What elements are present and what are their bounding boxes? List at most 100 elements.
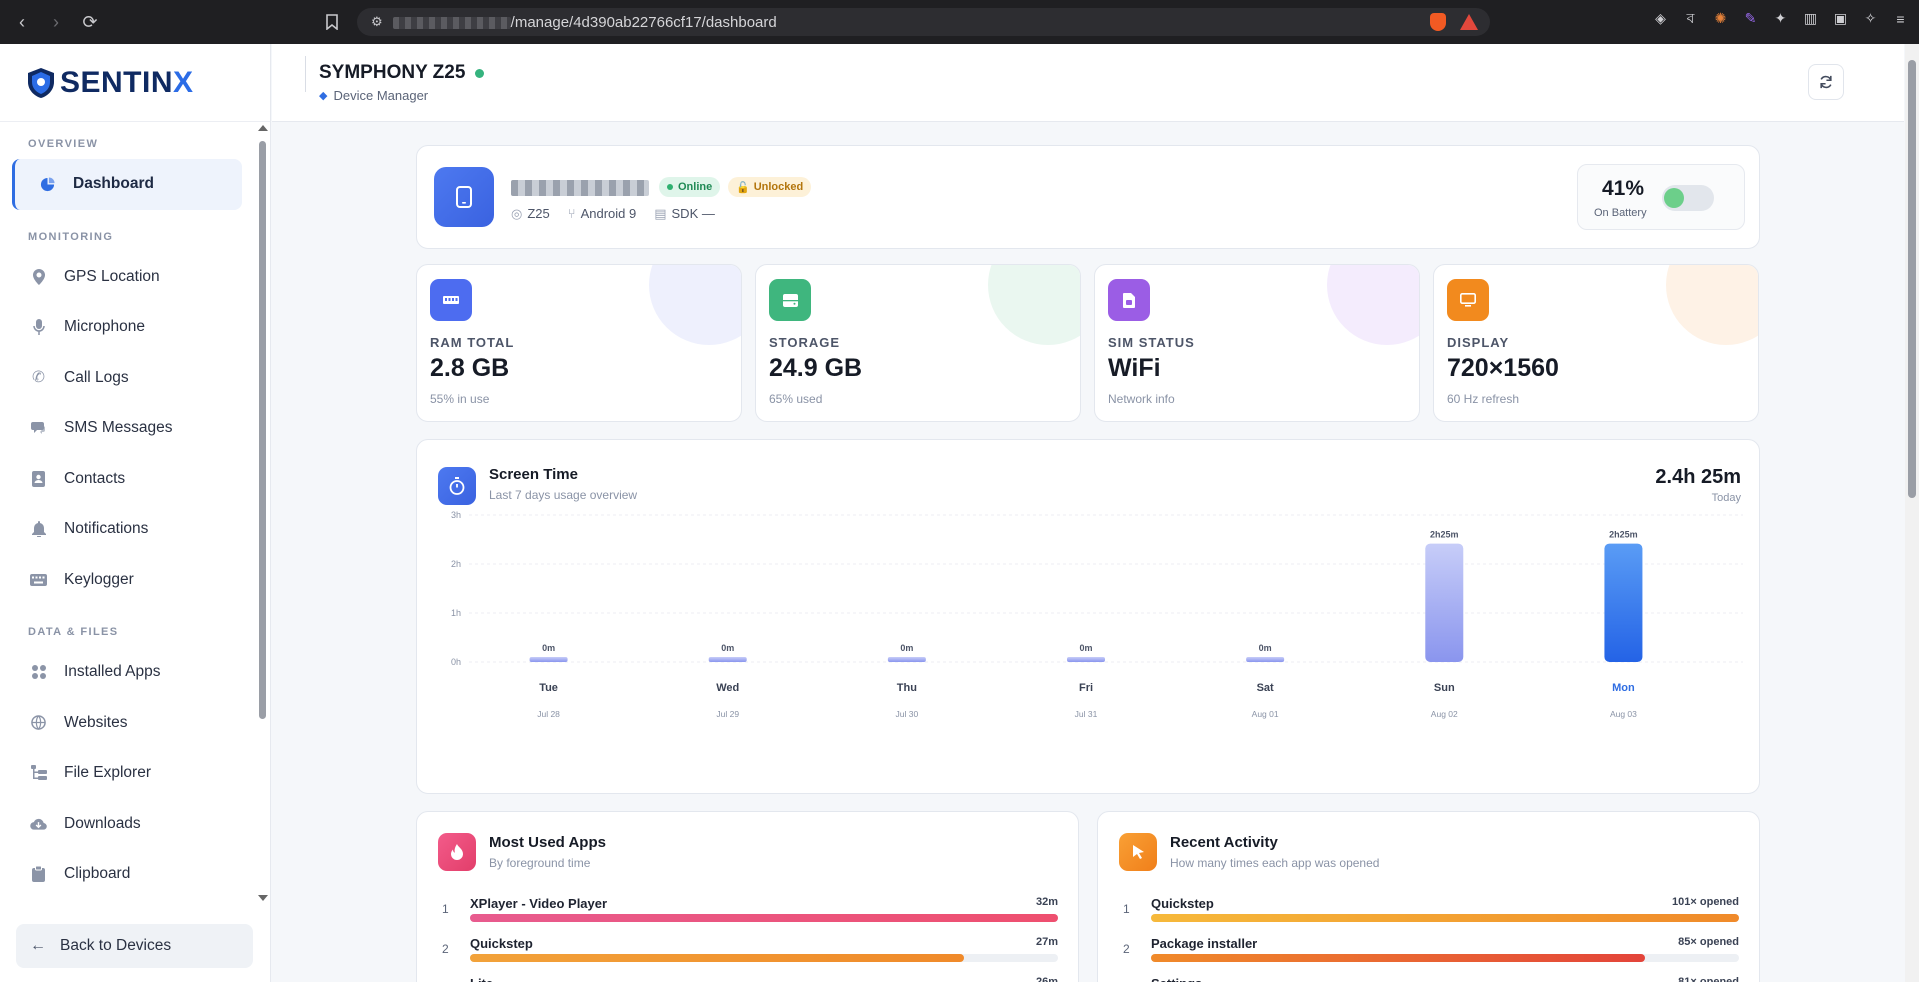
sidebar-item-label: Microphone bbox=[64, 318, 145, 336]
refresh-button[interactable] bbox=[1808, 64, 1844, 100]
bar-value-label: 0m bbox=[900, 643, 913, 653]
app-name: Package installer bbox=[1151, 936, 1258, 951]
sidebar-item-call-logs[interactable]: ✆ Call Logs bbox=[0, 353, 256, 404]
screen-time-chart: 0h 1h 2h 3h 0m Tue Jul 28 0m Wed Jul 29 0m Thu Jul 3… bbox=[451, 510, 1743, 719]
list-item[interactable]: 3Lite26m bbox=[438, 976, 1058, 982]
online-status-dot bbox=[475, 68, 485, 78]
extensions-puzzle-icon[interactable]: ✦ bbox=[1772, 10, 1789, 27]
chart-bar-mon[interactable] bbox=[1604, 543, 1643, 662]
device-meta: ◎ Z25 ⑂ Android 9 ▤ SDK — bbox=[511, 206, 715, 222]
sidebar-scrollbar[interactable] bbox=[256, 123, 269, 903]
chart-bar-tue[interactable] bbox=[529, 657, 568, 662]
most-used-subtitle: By foreground time bbox=[489, 856, 591, 870]
chat-icon bbox=[30, 420, 47, 437]
menu-icon[interactable]: ≡ bbox=[1892, 10, 1909, 27]
app-name: Lite bbox=[470, 976, 493, 982]
device-model: ◎ Z25 bbox=[511, 206, 550, 221]
sidebar-item-keylogger[interactable]: Keylogger bbox=[0, 555, 256, 606]
extension-bangla-icon[interactable]: ব bbox=[1682, 10, 1699, 27]
chart-bar-sun[interactable] bbox=[1425, 543, 1464, 662]
memory-icon bbox=[430, 279, 472, 321]
x-tick-label: Fri bbox=[1079, 682, 1093, 694]
sidebar-item-downloads[interactable]: Downloads bbox=[0, 799, 256, 850]
sidebar-item-clipboard[interactable]: Clipboard bbox=[0, 849, 256, 900]
extension-feather-icon[interactable]: ✎ bbox=[1742, 10, 1759, 27]
rank-number: 1 bbox=[442, 902, 449, 916]
app-value: 27m bbox=[1035, 936, 1058, 948]
brave-shield-icon[interactable] bbox=[1430, 13, 1446, 31]
sidebar-item-websites[interactable]: Websites bbox=[0, 698, 256, 749]
x-tick-label: Sat bbox=[1257, 682, 1274, 694]
sidebar-item-sms-messages[interactable]: SMS Messages bbox=[0, 403, 256, 454]
battery-status: 41% On Battery bbox=[1577, 164, 1745, 230]
stat-value: 720×1560 bbox=[1447, 354, 1559, 382]
stat-sub: 65% used bbox=[769, 392, 823, 406]
list-item[interactable]: 3Settings81× opened bbox=[1119, 976, 1739, 982]
back-to-devices-button[interactable]: ← Back to Devices bbox=[16, 924, 253, 968]
back-icon[interactable]: ‹ bbox=[8, 8, 36, 36]
sidebar-item-dashboard[interactable]: Dashboard bbox=[12, 159, 242, 210]
scroll-down-icon[interactable] bbox=[258, 895, 268, 901]
chart-bar-fri[interactable] bbox=[1067, 657, 1105, 662]
contacts-icon bbox=[30, 470, 47, 487]
bookmark-icon[interactable] bbox=[318, 8, 346, 36]
app-name: Settings bbox=[1151, 976, 1202, 982]
scroll-thumb[interactable] bbox=[259, 141, 266, 719]
layers-icon: ◆ bbox=[319, 90, 328, 102]
online-badge: Online bbox=[659, 177, 721, 197]
bar-value-label: 2h25m bbox=[1609, 530, 1638, 540]
sidebar-item-microphone[interactable]: Microphone bbox=[0, 302, 256, 353]
forward-icon[interactable]: › bbox=[42, 8, 70, 36]
battery-percentage: 41% bbox=[1602, 177, 1645, 200]
progress-track bbox=[1151, 914, 1739, 922]
monitor-icon bbox=[1447, 279, 1489, 321]
device-info-card: Online 🔓 Unlocked ◎ Z25 ⑂ Android 9 ▤ SDK — … bbox=[416, 145, 1760, 249]
recent-activity-subtitle: How many times each app was opened bbox=[1170, 856, 1380, 870]
sidebar-item-contacts[interactable]: Contacts bbox=[0, 454, 256, 505]
reload-icon[interactable]: ⟳ bbox=[76, 8, 104, 36]
section-label-overview: OVERVIEW bbox=[28, 138, 99, 150]
sidebar-item-file-explorer[interactable]: File Explorer bbox=[0, 748, 256, 799]
progress-fill bbox=[470, 954, 964, 962]
stat-sub: 55% in use bbox=[430, 392, 490, 406]
list-item[interactable]: 2 Package installer 85× opened bbox=[1119, 936, 1739, 966]
x-date-label: Aug 02 bbox=[1431, 709, 1458, 719]
cursor-icon bbox=[1119, 833, 1157, 871]
chart-bar-wed[interactable] bbox=[708, 657, 747, 662]
battery-level-toggle bbox=[1662, 185, 1714, 211]
apps-icon bbox=[30, 664, 47, 681]
shield-logo-icon bbox=[28, 67, 54, 98]
sidebar-item-gps-location[interactable]: GPS Location bbox=[0, 252, 256, 303]
sidebar-item-installed-apps[interactable]: Installed Apps bbox=[0, 647, 256, 698]
x-tick-label: Wed bbox=[716, 682, 739, 694]
extension-cookie-icon[interactable]: ✺ bbox=[1712, 10, 1729, 27]
list-item[interactable]: 2 Quickstep 27m bbox=[438, 936, 1058, 966]
logo[interactable]: SENTINX bbox=[0, 44, 270, 122]
list-item[interactable]: 1 XPlayer - Video Player 32m bbox=[438, 896, 1058, 926]
leo-ai-icon[interactable]: ✧ bbox=[1862, 10, 1879, 27]
app-value: 81× opened bbox=[1678, 976, 1739, 982]
x-date-label: Aug 01 bbox=[1252, 709, 1279, 719]
rank-number: 2 bbox=[442, 942, 449, 956]
brave-rewards-icon[interactable] bbox=[1460, 14, 1478, 30]
x-tick-label: Tue bbox=[539, 682, 558, 694]
app-value: 85× opened bbox=[1678, 936, 1739, 948]
address-bar[interactable]: ⚙ /manage/4d390ab22766cf17/dashboard bbox=[357, 8, 1490, 36]
screen-time-card: Screen Time Last 7 days usage overview 2… bbox=[416, 439, 1760, 794]
recent-activity-title: Recent Activity bbox=[1170, 834, 1278, 851]
site-settings-icon[interactable]: ⚙ bbox=[371, 14, 383, 30]
extension-shield-icon[interactable]: ◈ bbox=[1652, 10, 1669, 27]
sidebar-toggle-icon[interactable]: ▥ bbox=[1802, 10, 1819, 27]
storage-icon bbox=[769, 279, 811, 321]
wallet-icon[interactable]: ▣ bbox=[1832, 10, 1849, 27]
redacted-domain bbox=[392, 16, 511, 29]
scroll-up-icon[interactable] bbox=[258, 125, 268, 131]
sidebar-item-notifications[interactable]: Notifications bbox=[0, 504, 256, 555]
stat-sub: Network info bbox=[1108, 392, 1175, 406]
page-scrollbar[interactable] bbox=[1905, 44, 1919, 982]
sidebar-item-label: Installed Apps bbox=[64, 663, 161, 681]
page-scroll-thumb[interactable] bbox=[1908, 60, 1916, 498]
list-item[interactable]: 1 Quickstep 101× opened bbox=[1119, 896, 1739, 926]
chart-bar-thu[interactable] bbox=[887, 657, 926, 662]
chart-bar-sat[interactable] bbox=[1246, 657, 1285, 662]
